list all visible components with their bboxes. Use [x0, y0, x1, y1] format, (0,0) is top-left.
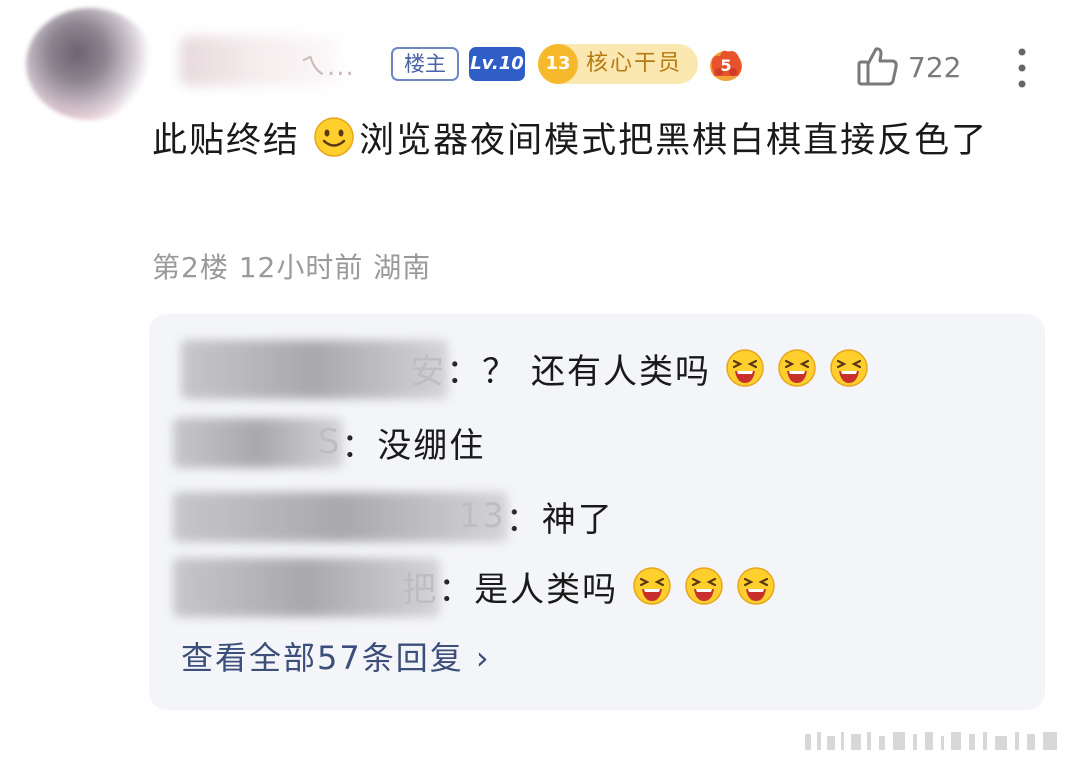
reply-text: ：神了: [505, 499, 614, 540]
watermark: [805, 728, 1067, 754]
reply-item[interactable]: ██████████13 ：神了: [173, 486, 614, 546]
reply-text: ：？ 还有人类吗: [446, 351, 711, 392]
smile-emoji-icon: [313, 116, 355, 158]
laughing-emoji-icon: [737, 567, 775, 605]
post-content-text-2: 浏览器夜间模式把黑棋白棋直接反色了: [359, 121, 989, 161]
level-badge: Lv.10: [469, 47, 525, 81]
laughing-emoji-icon: [685, 567, 723, 605]
laughing-emoji-icon: [778, 349, 816, 387]
more-options-icon[interactable]: [1012, 46, 1032, 90]
like-count: 722: [908, 51, 962, 84]
host-badge: 楼主: [391, 47, 459, 81]
author-name[interactable]: ㄟ...: [300, 46, 355, 83]
post-content: 此贴终结 浏览器夜间模式把黑棋白棋直接反色了: [152, 112, 1032, 170]
reply-author[interactable]: ████████安: [181, 339, 449, 399]
reply-item[interactable]: █████S ：没绷住: [173, 412, 486, 472]
replies-panel: ████████安 ：？ 还有人类吗 █████S ：没绷住 █████████…: [149, 314, 1045, 710]
laughing-emoji-icon: [830, 349, 868, 387]
laughing-emoji-icon: [726, 349, 764, 387]
laughing-emoji-icon: [633, 567, 671, 605]
post-meta: 第2楼 12小时前 湖南: [152, 248, 431, 288]
post-location: 湖南: [373, 251, 432, 284]
post-content-text-1: 此贴终结: [152, 121, 301, 161]
reply-text: ：是人类吗: [438, 569, 619, 610]
thumbs-up-icon[interactable]: [856, 44, 900, 88]
reply-emojis: [632, 566, 776, 606]
reply-emojis: [725, 348, 869, 388]
reply-author[interactable]: ████████把: [173, 557, 441, 617]
fire-level-number: 5: [720, 56, 731, 75]
avatar[interactable]: [26, 8, 154, 120]
core-level-number: 13: [538, 44, 578, 84]
reply-item[interactable]: ████████把 ：是人类吗: [173, 556, 776, 617]
core-member-label: 核心干员: [586, 51, 683, 76]
view-all-replies-link[interactable]: 查看全部57条回复 ›: [181, 636, 491, 680]
floor-number: 第2楼: [152, 251, 229, 284]
reply-author[interactable]: ██████████13: [173, 492, 508, 542]
fire-level-icon: 5: [706, 44, 746, 84]
reply-author[interactable]: █████S: [173, 418, 344, 468]
reply-text: ：没绷住: [341, 425, 486, 466]
reply-item[interactable]: ████████安 ：？ 还有人类吗: [181, 338, 869, 399]
post-time: 12小时前: [238, 251, 364, 284]
